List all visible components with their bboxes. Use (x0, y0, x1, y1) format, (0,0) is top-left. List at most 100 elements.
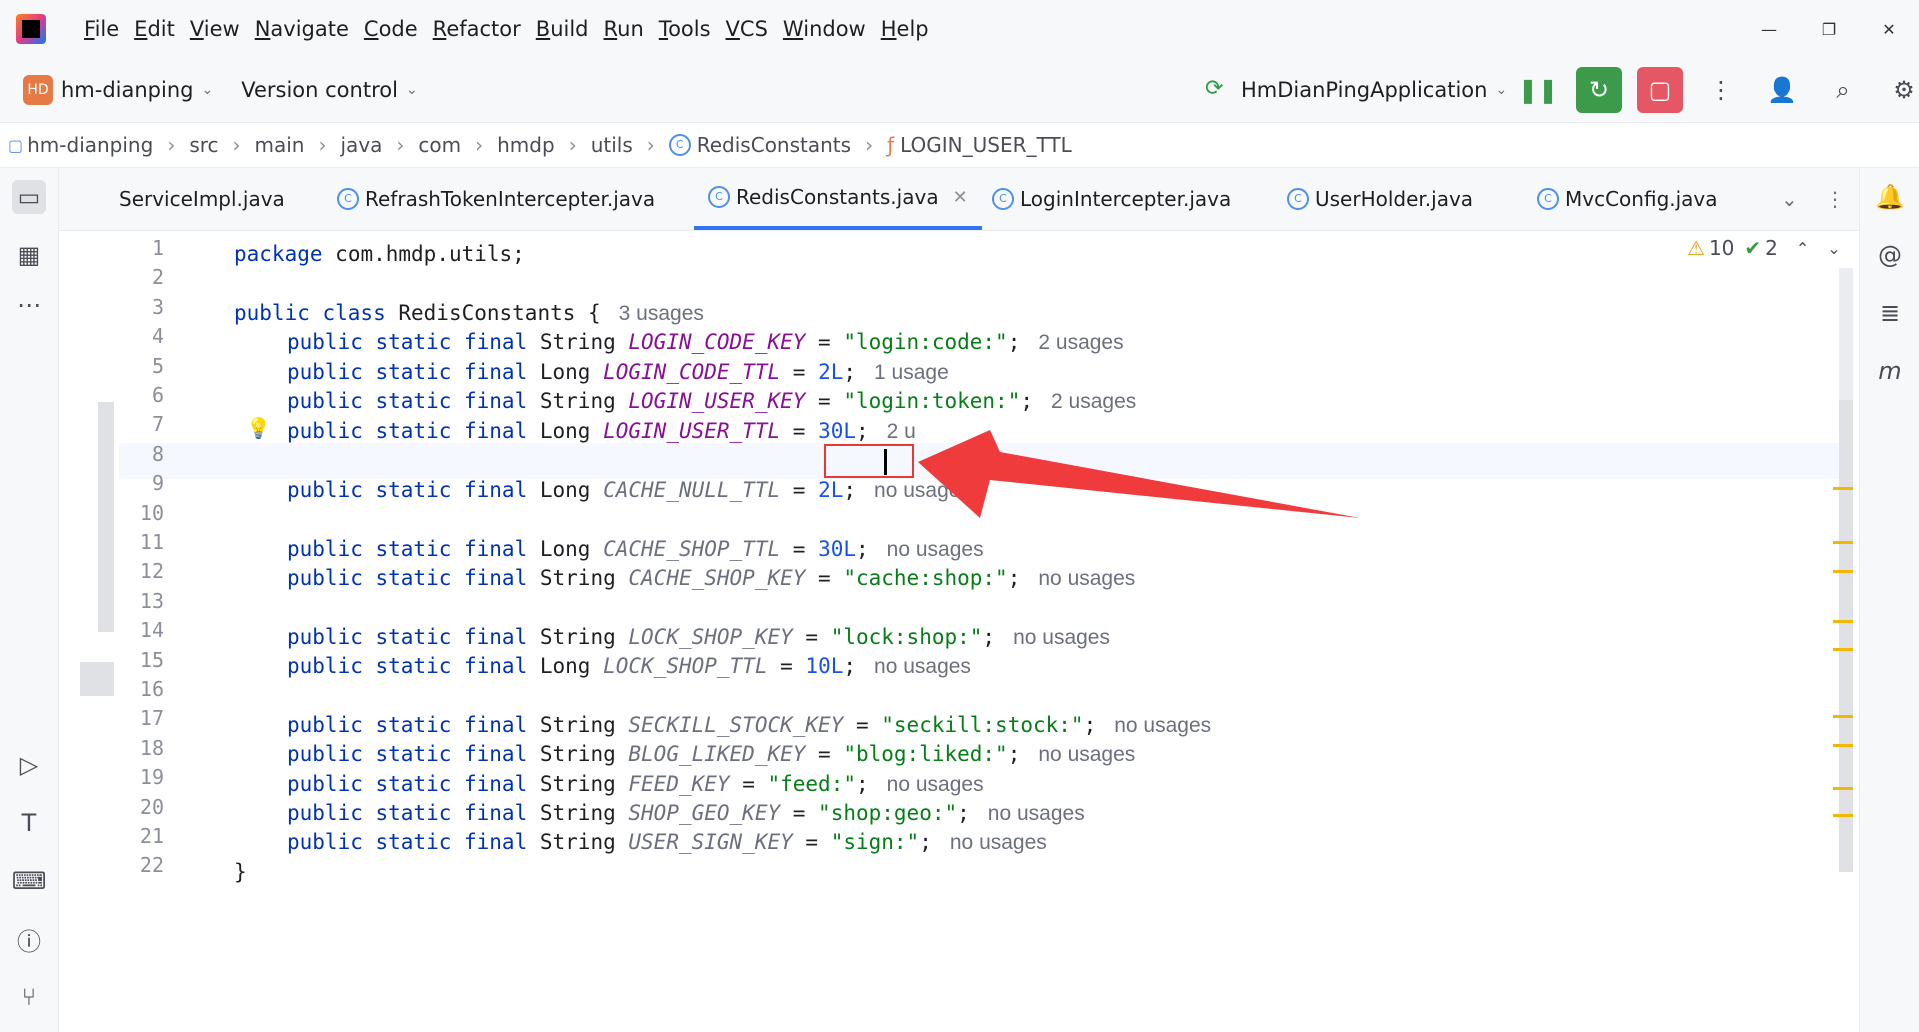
main-toolbar: HD hm-dianping ⌄ Version control ⌄ ⟳ HmD… (0, 58, 1919, 123)
run-config-label: HmDianPingApplication (1241, 78, 1488, 102)
menu-navigate[interactable]: Navigate (255, 17, 349, 41)
tab-userholder[interactable]: C UserHolder.java (1287, 168, 1473, 230)
breadcrumb-item[interactable]: com (418, 133, 461, 157)
breadcrumb-item[interactable]: utils (591, 133, 633, 157)
breadcrumb-item[interactable]: RedisConstants (697, 133, 851, 157)
line-number: 6 (151, 383, 164, 407)
warning-stripe-mark[interactable] (1833, 648, 1853, 651)
project-badge[interactable]: HD (23, 75, 53, 105)
module-icon: ▢ (8, 135, 24, 155)
line-number: 22 (139, 853, 164, 878)
previous-highlight-icon[interactable]: ⌃ (1796, 239, 1809, 258)
terminal-icon[interactable]: ⌨ (12, 864, 47, 898)
tab-refrashtokenintercepter[interactable]: C RefrashTokenIntercepter.java (337, 168, 655, 230)
warning-stripe-mark[interactable] (1833, 570, 1853, 573)
structure-icon[interactable]: ▦ (12, 238, 46, 272)
menu-file[interactable]: File (84, 17, 119, 41)
menu-run[interactable]: Run (604, 17, 644, 41)
left-tool-window-bar: ▭ ▦ ⋯ ▷ T ⌨ ⓘ ⑂ (0, 168, 59, 1032)
build-icon[interactable]: T (12, 806, 46, 840)
usages-hint: no usages (987, 802, 1085, 825)
ok-count: 2 (1765, 236, 1778, 260)
project-folder-icon[interactable]: ▭ (12, 180, 46, 214)
menu-edit[interactable]: Edit (134, 17, 175, 41)
maximize-icon[interactable]: ❐ (1799, 20, 1859, 39)
line-number: 10 (139, 500, 164, 525)
add-user-icon[interactable]: 👤 (1759, 67, 1805, 113)
search-icon[interactable]: ⌕ (1820, 67, 1866, 113)
menu-view[interactable]: View (190, 17, 240, 41)
menu-vcs[interactable]: VCS (726, 17, 768, 41)
more-actions-icon[interactable]: ⋮ (1698, 67, 1744, 113)
stop-button[interactable]: ▢ (1637, 67, 1683, 113)
class-icon: C (668, 134, 691, 156)
tabs-dropdown-icon[interactable]: ⌄ (1781, 168, 1798, 230)
minimize-icon[interactable]: — (1739, 20, 1799, 39)
next-highlight-icon[interactable]: ⌄ (1827, 239, 1840, 258)
chevron-down-icon: ⌄ (1495, 82, 1508, 98)
problems-icon[interactable]: ⓘ (12, 922, 46, 956)
usages-hint: no usages (886, 773, 984, 796)
chevron-down-icon[interactable]: ⌄ (202, 82, 214, 98)
menu-build[interactable]: Build (536, 17, 589, 41)
project-selector[interactable]: hm-dianping (61, 78, 194, 102)
breadcrumb-item[interactable]: LOGIN_USER_TTL (900, 133, 1072, 157)
code-line-7: public static final Long LOGIN_USER_TTL … (287, 419, 916, 443)
warning-stripe-mark[interactable] (1833, 541, 1853, 544)
usages-hint: no usages (874, 655, 971, 678)
menu-help[interactable]: Help (881, 17, 929, 41)
code-line-22: } (234, 860, 247, 884)
usages-hint: no usages (1114, 714, 1212, 737)
menu-tools[interactable]: Tools (659, 17, 711, 41)
breadcrumb-item[interactable]: main (255, 133, 305, 157)
close-window-icon[interactable]: ✕ (1859, 20, 1919, 39)
line-number: 7 (151, 412, 164, 437)
line-number: 13 (139, 588, 164, 613)
warning-stripe-mark[interactable] (1833, 715, 1853, 718)
warning-stripe-mark[interactable] (1833, 744, 1853, 747)
breadcrumb-item[interactable]: hm-dianping (27, 133, 153, 157)
git-icon[interactable]: ⑂ (12, 980, 46, 1014)
menu-code[interactable]: Code (364, 17, 418, 41)
line-number: 3 (151, 294, 164, 319)
menu-refactor[interactable]: Refactor (433, 17, 521, 41)
tab-loginintercepter[interactable]: C LoginIntercepter.java (992, 168, 1231, 230)
editor-tabs: ServiceImpl.java C RefrashTokenIntercept… (59, 168, 1859, 231)
chevron-down-icon[interactable]: ⌄ (406, 82, 418, 98)
tab-serviceimpl[interactable]: ServiceImpl.java (119, 168, 285, 230)
settings-gear-icon[interactable]: ⚙ (1881, 67, 1919, 113)
code-editor[interactable]: package com.hmdp.utils; public class Red… (234, 231, 1846, 1032)
usages-hint: no usages (886, 538, 984, 561)
version-control-menu[interactable]: Version control (241, 78, 398, 102)
breadcrumb-item[interactable]: java (341, 133, 383, 157)
line-number: 17 (139, 706, 164, 731)
tab-redisconstants[interactable]: C RedisConstants.java ✕ (694, 168, 982, 230)
warning-stripe-mark[interactable] (1833, 787, 1853, 790)
tab-mvcconfig[interactable]: C MvcConfig.java (1537, 168, 1718, 230)
services-icon[interactable]: ▷ (12, 748, 46, 782)
line-number: 12 (139, 559, 164, 584)
ai-assistant-icon[interactable]: @ (1873, 238, 1907, 272)
rerun-button[interactable]: ↻ (1576, 67, 1622, 113)
notifications-bell-icon[interactable]: 🔔 (1873, 180, 1907, 214)
breadcrumb-item[interactable]: src (189, 133, 218, 157)
inspections-widget[interactable]: ⚠ 10 ✔ 2 ⌃ ⌄ (1687, 233, 1841, 263)
usages-hint: no usages (1013, 626, 1110, 649)
line-number: 5 (151, 353, 164, 378)
warning-stripe-mark[interactable] (1833, 487, 1853, 490)
tabs-more-icon[interactable]: ⋮ (1825, 168, 1845, 230)
more-tools-icon[interactable]: ⋯ (12, 288, 46, 322)
menu-window[interactable]: Window (783, 17, 866, 41)
close-tab-icon[interactable]: ✕ (953, 187, 968, 208)
usages-hint: no usages (1038, 743, 1136, 766)
warning-stripe-mark[interactable] (1833, 620, 1853, 623)
scrollbar-thumb[interactable] (1839, 400, 1853, 872)
database-icon[interactable]: ≣ (1873, 296, 1907, 330)
warning-stripe-mark[interactable] (1833, 814, 1853, 817)
pause-icon[interactable]: ❚❚ (1515, 67, 1561, 113)
run-configuration-selector[interactable]: ⟳ HmDianPingApplication ⌄ (1205, 58, 1507, 122)
field-icon: ƒ (887, 133, 895, 157)
breadcrumb-item[interactable]: hmdp (497, 133, 555, 157)
class-icon: C (992, 188, 1014, 210)
maven-icon[interactable]: m (1873, 354, 1907, 388)
